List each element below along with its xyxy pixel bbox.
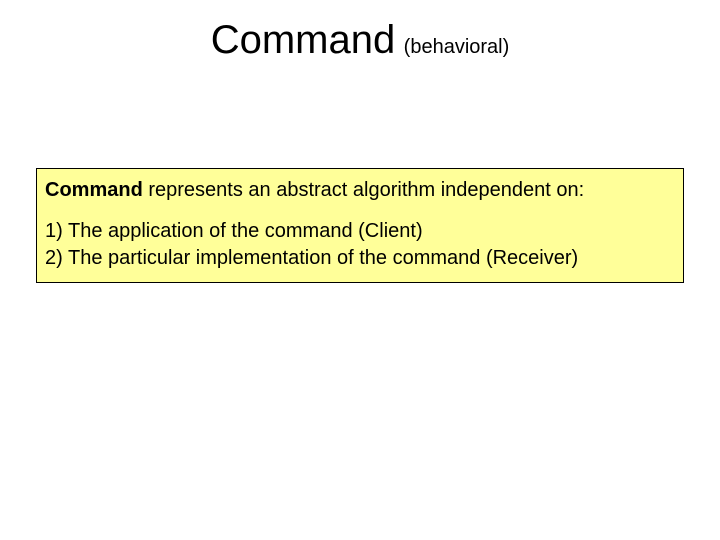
callout-item-2: 2) The particular implementation of the … <box>45 245 675 272</box>
callout-box: Command represents an abstract algorithm… <box>36 168 684 283</box>
callout-lead: Command represents an abstract algorithm… <box>45 177 675 204</box>
slide: Command (behavioral) Command represents … <box>0 0 720 540</box>
callout-item-1: 1) The application of the command (Clien… <box>45 218 675 245</box>
title-sub: (behavioral) <box>404 36 510 58</box>
slide-title: Command (behavioral) <box>0 18 720 63</box>
callout-lead-rest: represents an abstract algorithm indepen… <box>143 179 584 201</box>
title-main: Command <box>211 18 396 62</box>
callout-lead-bold: Command <box>45 179 143 201</box>
